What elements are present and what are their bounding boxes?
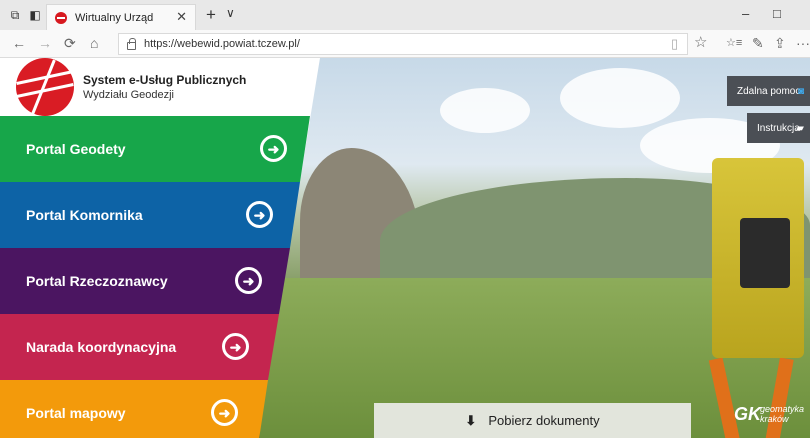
favorite-star-icon[interactable]: ☆ (694, 33, 707, 51)
portal-label: Portal mapowy (26, 405, 126, 421)
arrow-right-icon: ➜ (246, 201, 273, 228)
page-content: System e-Usług Publicznych Wydziału Geod… (0, 58, 810, 438)
portal-label: Portal Komornika (26, 207, 143, 223)
portal-mapowy-button[interactable]: Portal mapowy ➜ (0, 380, 268, 438)
remote-help-icon: ◙ (797, 85, 804, 97)
narada-koordynacyjna-button[interactable]: Narada koordynacyjna ➜ (0, 314, 279, 380)
arrow-right-icon: ➜ (235, 267, 262, 294)
reading-view-icon[interactable]: ▯ (671, 36, 678, 52)
tab-actions-icon[interactable]: ⧉ (8, 8, 22, 22)
share-icon[interactable]: ⇪ (774, 35, 786, 52)
arrow-right-icon: ➜ (260, 135, 287, 162)
more-icon[interactable]: ··· (796, 35, 810, 51)
new-tab-icon[interactable]: + (206, 5, 216, 25)
globe-logo-icon (16, 58, 74, 116)
tab-preview-icon[interactable]: ◧ (28, 8, 42, 22)
portal-geodety-button[interactable]: Portal Geodety ➜ (0, 116, 310, 182)
browser-tab-bar: ⧉ ◧ Wirtualny Urząd ✕ + ∨ – □ (0, 0, 810, 30)
forward-icon[interactable]: → (38, 35, 52, 51)
refresh-icon[interactable]: ⟳ (64, 35, 76, 52)
home-icon[interactable]: ⌂ (90, 35, 98, 51)
site-favicon-icon (55, 11, 67, 24)
book-icon: ▰ (796, 122, 804, 134)
browser-tab[interactable]: Wirtualny Urząd ✕ (46, 4, 196, 30)
portal-komornika-button[interactable]: Portal Komornika ➜ (0, 182, 300, 248)
arrow-right-icon: ➜ (211, 399, 238, 426)
page-title: System e-Usług Publicznych (83, 73, 247, 87)
maximize-icon[interactable]: □ (773, 6, 781, 21)
tab-title: Wirtualny Urząd (75, 11, 154, 24)
tab-close-icon[interactable]: ✕ (176, 9, 187, 25)
remote-help-label: Zdalna pomoc (737, 85, 801, 97)
url-text: https://webewid.powiat.tczew.pl/ (144, 38, 300, 50)
lock-icon (127, 38, 136, 50)
back-icon[interactable]: ← (12, 35, 26, 51)
gk-brand-logo: GK geomatyka kraków (734, 404, 805, 424)
instructions-button[interactable]: Instrukcja ▰ (747, 113, 810, 143)
address-bar[interactable]: https://webewid.powiat.tczew.pl/ ▯ (118, 33, 688, 55)
tab-list-icon[interactable]: ∨ (226, 6, 235, 20)
browser-nav-bar: ← → ⟳ ⌂ https://webewid.powiat.tczew.pl/… (0, 30, 810, 58)
instructions-label: Instrukcja (757, 122, 800, 134)
remote-help-button[interactable]: Zdalna pomoc ◙ (727, 76, 810, 106)
portal-label: Portal Rzeczoznawcy (26, 273, 168, 289)
arrow-right-icon: ➜ (222, 333, 249, 360)
portal-label: Narada koordynacyjna (26, 339, 177, 355)
portal-rzeczoznawcy-button[interactable]: Portal Rzeczoznawcy ➜ (0, 248, 290, 314)
portal-label: Portal Geodety (26, 141, 126, 157)
pen-icon[interactable]: ✎ (752, 35, 764, 52)
minimize-icon[interactable]: – (742, 6, 749, 21)
download-label: Pobierz dokumenty (488, 413, 600, 428)
favorites-bar-icon[interactable]: ☆≡ (726, 36, 742, 49)
download-icon: ⬇ (465, 412, 477, 428)
download-documents-button[interactable]: ⬇ Pobierz dokumenty (374, 403, 691, 438)
page-subtitle: Wydziału Geodezji (83, 89, 174, 101)
